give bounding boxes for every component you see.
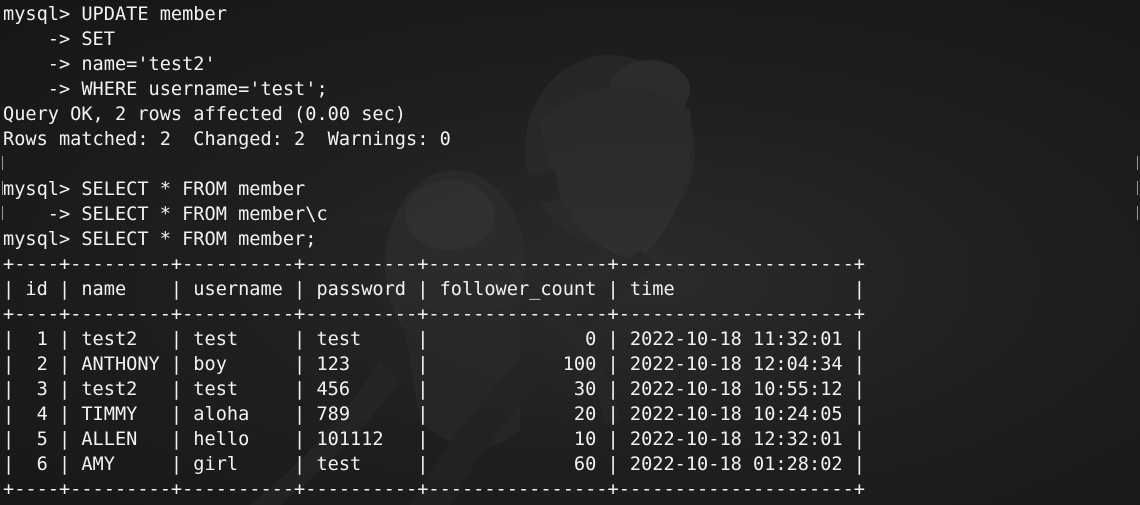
table-row: | 6 | AMY | girl | test | 60 | 2022-10-1… bbox=[3, 454, 865, 475]
terminal-line-select-final: mysql> SELECT * FROM member; bbox=[3, 229, 317, 250]
table-border-header: +----+---------+----------+----------+--… bbox=[3, 304, 865, 325]
terminal-line-select-cancelled: -> SELECT * FROM member\c bbox=[3, 204, 328, 225]
terminal-line-query-ok: Query OK, 2 rows affected (0.00 sec) bbox=[3, 104, 406, 125]
table-row: | 5 | ALLEN | hello | 101112 | 10 | 2022… bbox=[3, 429, 865, 450]
cursor-edge-marker bbox=[1137, 206, 1138, 220]
terminal-window[interactable]: mysql> UPDATE member -> SET -> name='tes… bbox=[0, 0, 1140, 505]
table-border-top: +----+---------+----------+----------+--… bbox=[3, 254, 865, 275]
cursor-edge-marker bbox=[1137, 181, 1138, 195]
table-border-bottom: +----+---------+----------+----------+--… bbox=[3, 479, 865, 500]
table-row: | 4 | TIMMY | aloha | 789 | 20 | 2022-10… bbox=[3, 404, 865, 425]
table-row: | 1 | test2 | test | test | 0 | 2022-10-… bbox=[3, 329, 865, 350]
table-header-row: | id | name | username | password | foll… bbox=[3, 279, 865, 300]
terminal-line-select-command: mysql> SELECT * FROM member bbox=[3, 179, 306, 200]
terminal-line-where-clause: -> WHERE username='test'; bbox=[3, 79, 328, 100]
table-row: | 2 | ANTHONY | boy | 123 | 100 | 2022-1… bbox=[3, 354, 865, 375]
cursor-edge-marker bbox=[1137, 156, 1138, 170]
terminal-line-set-clause: -> SET bbox=[3, 29, 115, 50]
terminal-line-name-assignment: -> name='test2' bbox=[3, 54, 216, 75]
table-row: | 3 | test2 | test | 456 | 30 | 2022-10-… bbox=[3, 379, 865, 400]
terminal-output: mysql> UPDATE member -> SET -> name='tes… bbox=[3, 2, 865, 502]
terminal-line-rows-matched: Rows matched: 2 Changed: 2 Warnings: 0 bbox=[3, 129, 451, 150]
terminal-line-update-command: mysql> UPDATE member bbox=[3, 4, 227, 25]
